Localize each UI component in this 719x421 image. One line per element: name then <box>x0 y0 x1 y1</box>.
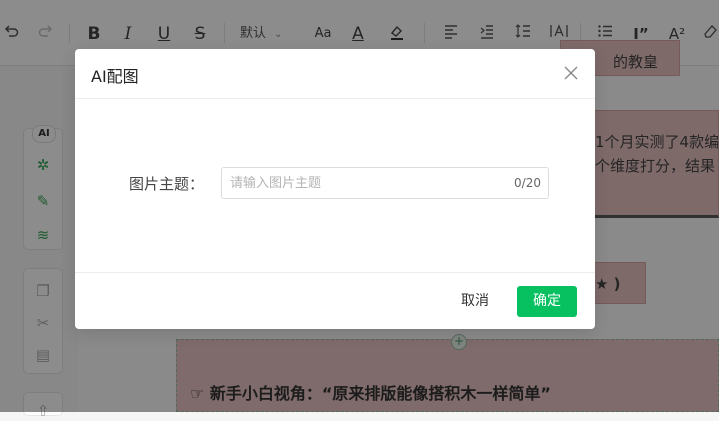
close-icon[interactable] <box>563 65 579 81</box>
dialog-title: AI配图 <box>91 67 139 86</box>
dialog-header: AI配图 <box>75 49 595 99</box>
dialog-footer: 取消 确定 <box>75 272 595 329</box>
image-topic-label: 图片主题： <box>129 175 205 193</box>
ai-image-dialog: AI配图 图片主题： 0/20 取消 确定 <box>75 49 595 329</box>
image-topic-field[interactable]: 0/20 <box>221 167 549 199</box>
char-counter: 0/20 <box>514 176 541 190</box>
cancel-button[interactable]: 取消 <box>450 286 500 316</box>
image-topic-input[interactable] <box>230 168 510 198</box>
confirm-button[interactable]: 确定 <box>517 286 577 317</box>
